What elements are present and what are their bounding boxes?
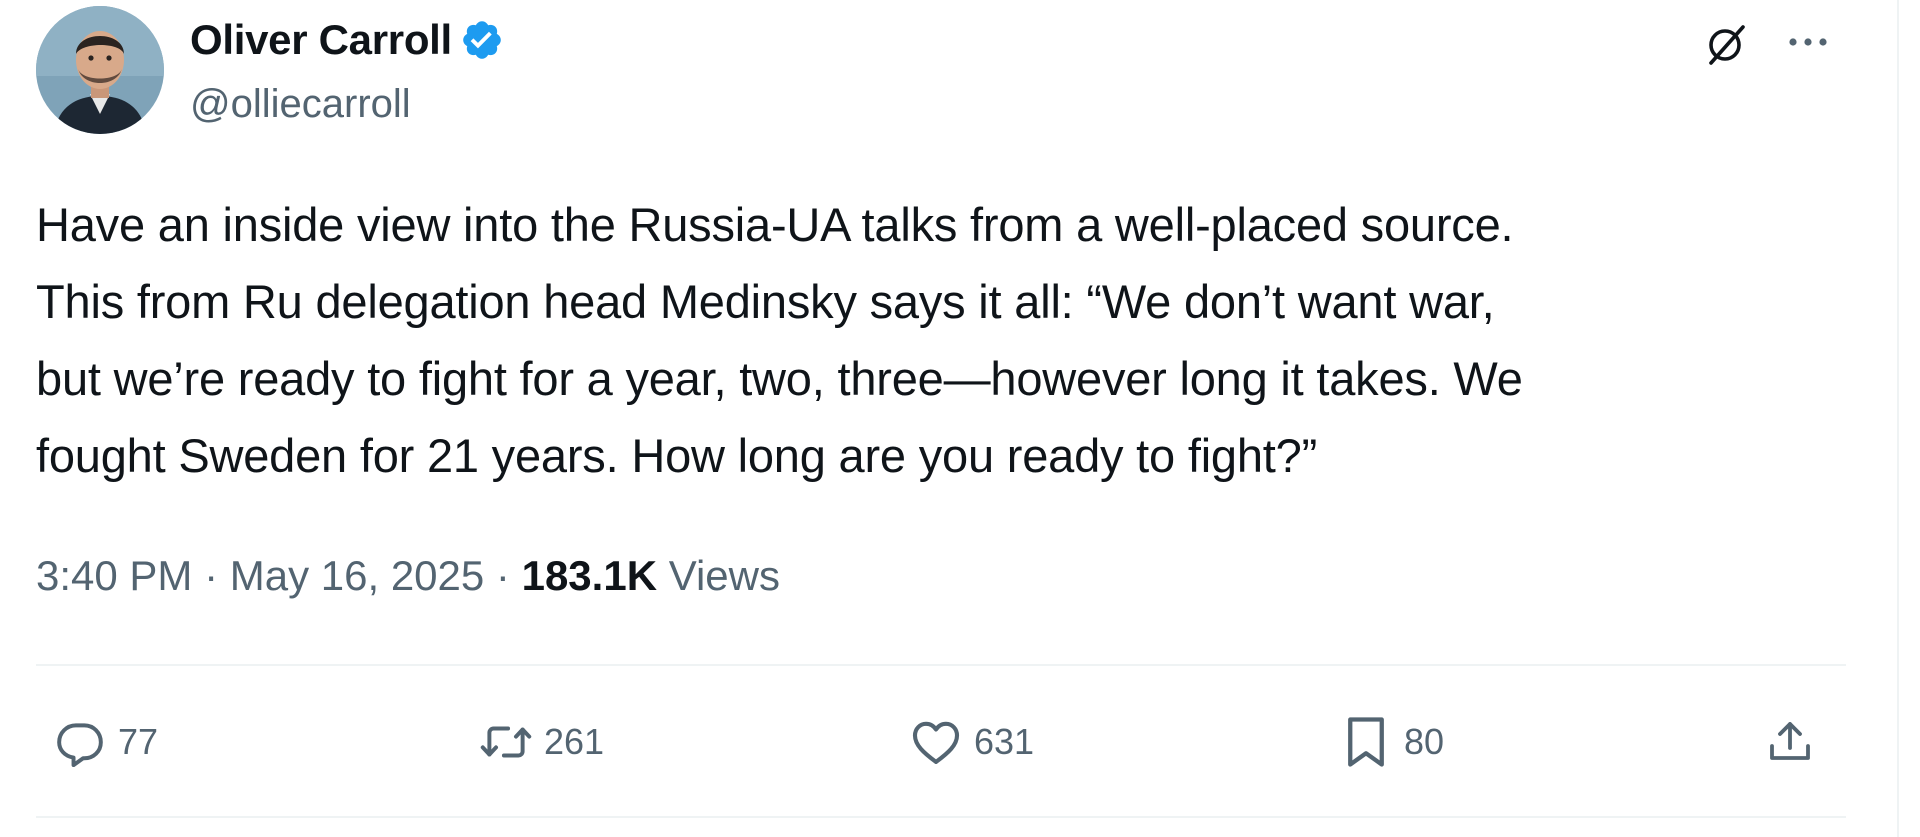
retweet-count: 261 [544, 721, 605, 762]
reply-icon [52, 714, 108, 770]
share-icon [1762, 714, 1818, 770]
avatar-image [36, 6, 164, 134]
views-count: 183.1K [521, 552, 658, 599]
tweet-time[interactable]: 3:40 PM [36, 552, 192, 599]
heart-icon [908, 714, 964, 770]
divider [36, 664, 1846, 666]
reply-button[interactable]: 77 [52, 714, 158, 770]
tweet-date[interactable]: May 16, 2025 [230, 552, 485, 599]
column-border [1897, 0, 1899, 837]
tweet-meta: 3:40 PM · May 16, 2025 · 183.1K Views [36, 548, 780, 604]
avatar[interactable] [36, 6, 164, 134]
retweet-button[interactable]: 261 [478, 714, 604, 770]
share-button[interactable] [1762, 714, 1818, 770]
verified-badge-icon[interactable] [460, 18, 504, 62]
like-button[interactable]: 631 [908, 714, 1034, 770]
bookmark-count: 80 [1404, 721, 1445, 762]
tweet-text: Have an inside view into the Russia-UA t… [36, 198, 1523, 482]
divider [36, 816, 1846, 818]
meta-separator: · [484, 552, 522, 599]
author-display-name[interactable]: Oliver Carroll [190, 14, 452, 66]
bookmark-button[interactable]: 80 [1338, 714, 1444, 770]
bookmark-icon [1338, 714, 1394, 770]
more-options-icon[interactable] [1782, 20, 1834, 64]
meta-separator: · [192, 552, 230, 599]
author-handle[interactable]: @olliecarroll [190, 78, 411, 130]
retweet-icon [478, 714, 534, 770]
grok-icon[interactable] [1700, 18, 1752, 70]
author-name-row: Oliver Carroll [190, 14, 504, 66]
like-count: 631 [974, 721, 1035, 762]
reply-count: 77 [118, 721, 159, 762]
tweet-card: Oliver Carroll @olliecarroll Have an ins… [0, 0, 1897, 837]
views-label: Views [657, 552, 780, 599]
